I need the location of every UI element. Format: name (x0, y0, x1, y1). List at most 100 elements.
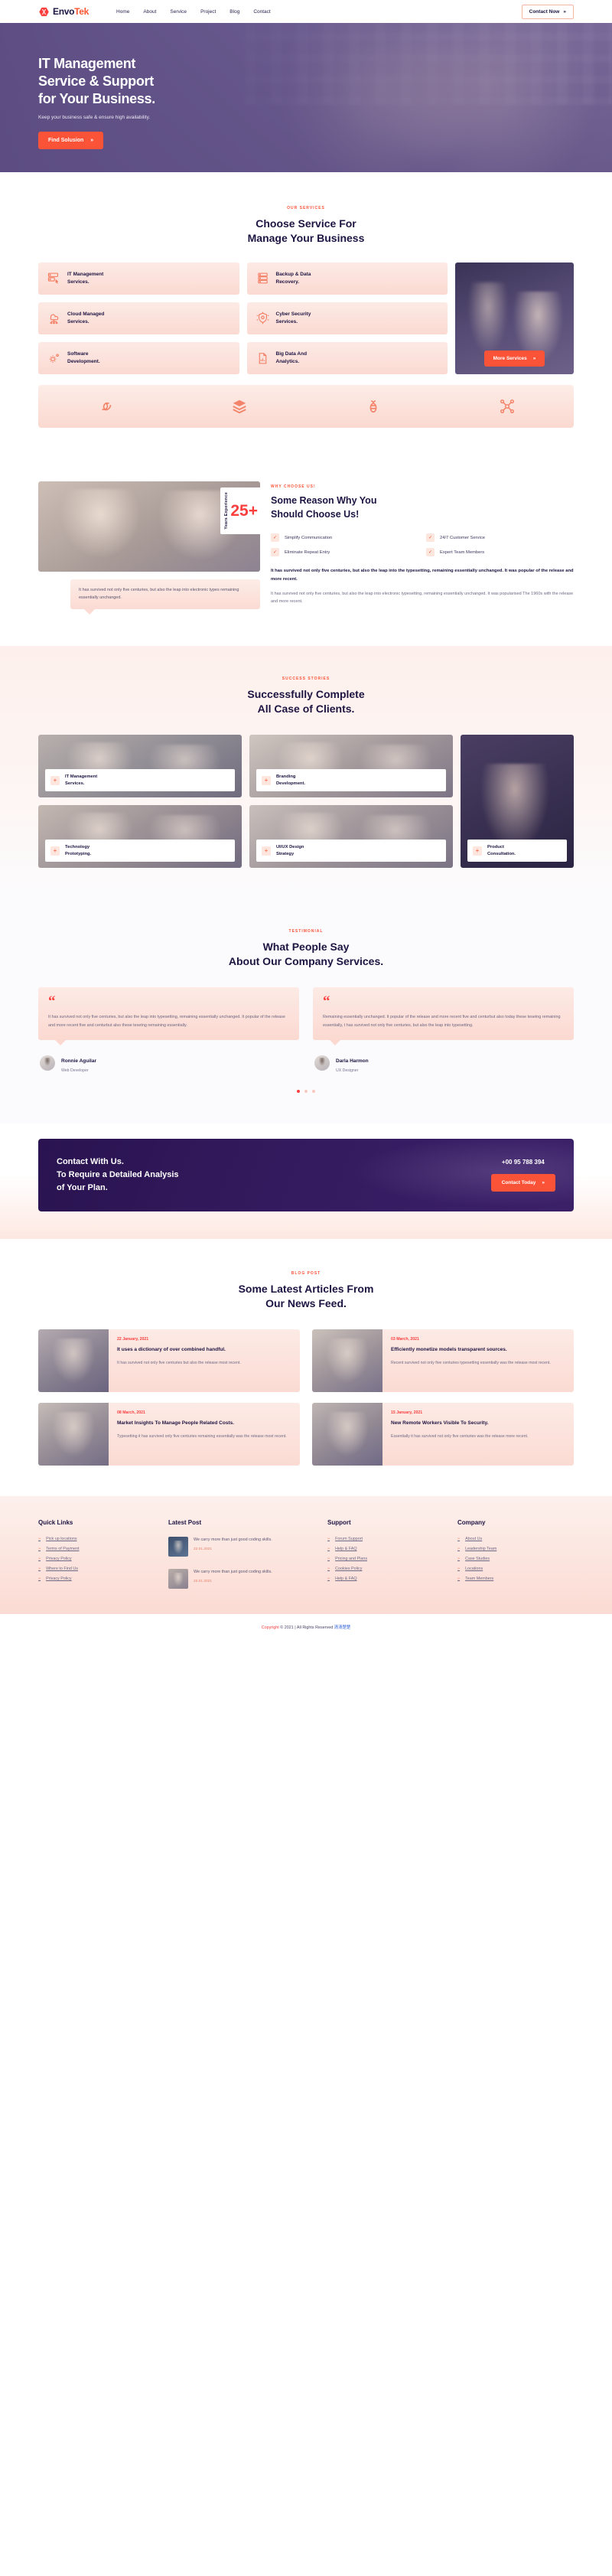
footer-link-label: Privacy Policy (46, 1577, 72, 1582)
main-nav[interactable]: Home About Service Project Blog Contact (116, 9, 271, 15)
service-card-backup-data-recovery[interactable]: Backup & Data Recovery. (246, 262, 448, 295)
blog-post-title[interactable]: It uses a dictionary of over combined ha… (117, 1346, 291, 1354)
chevron-right-icon: » (457, 1557, 461, 1562)
footer-link[interactable]: » Help & FAQ (327, 1577, 444, 1581)
carousel-dots[interactable] (38, 1090, 574, 1094)
copyright-bar: Copyright © 2021 | All Rights Reserved 清… (0, 1614, 612, 1641)
footer-link[interactable]: » Pricing and Plans (327, 1557, 444, 1561)
footer-post-title[interactable]: We carry more than just good coding skil… (194, 1537, 272, 1544)
case-card-uiux-design-strategy[interactable]: + UI/UX Design Strategy (249, 805, 453, 869)
blog-post-card[interactable]: 15 January, 2021 New Remote Workers Visi… (312, 1403, 574, 1466)
author-name: Ronnie Aguilar (61, 1058, 96, 1065)
service-card-label: Backup & Data Recovery. (275, 271, 311, 285)
blog-post-title[interactable]: Efficiently monetize models transparent … (391, 1346, 565, 1354)
case-column-two: + Branding Development. + UI/UX Design S… (249, 735, 453, 869)
contact-today-button[interactable]: Contact Today » (490, 1174, 555, 1192)
chevron-right-icon: » (327, 1537, 330, 1542)
footer-link[interactable]: » Privacy Policy (38, 1557, 155, 1561)
plus-icon[interactable]: + (262, 846, 271, 856)
find-solution-button[interactable]: Find Solusion » (38, 132, 104, 150)
footer-link-label: Privacy Policy (46, 1557, 72, 1562)
blog-post-title[interactable]: Market Insights To Manage People Related… (117, 1420, 291, 1427)
author-role: Web Developer (61, 1068, 89, 1074)
chevron-right-icon: » (327, 1577, 330, 1582)
cta-banner: Contact With Us. To Require a Detailed A… (38, 1139, 574, 1212)
blog-post-card[interactable]: 08 March, 2021 Market Insights To Manage… (38, 1403, 300, 1466)
footer-link[interactable]: » Cookies Policy (327, 1567, 444, 1571)
logo-text: EnvoTek (53, 6, 90, 17)
more-services-button[interactable]: More Services » (483, 351, 545, 367)
years-experience-label: Years Experience (224, 492, 230, 530)
contact-now-label: Contact Now (529, 8, 560, 15)
more-services-label: More Services (493, 356, 527, 362)
footer-post-item[interactable]: We carry more than just good coding skil… (168, 1537, 314, 1557)
cta-line2: To Require a Detailed Analysis (57, 1170, 179, 1180)
chevron-right-icon: » (542, 1180, 545, 1186)
copyright-link[interactable]: 清清楚楚 (334, 1625, 351, 1630)
case-caption: + IT Management Services. (45, 768, 235, 792)
plus-icon[interactable]: + (50, 846, 60, 856)
service-card-cyber-security[interactable]: Cyber Security Services. (246, 302, 448, 335)
footer-link[interactable]: » Privacy Policy (38, 1577, 155, 1581)
nav-item-project[interactable]: Project (200, 9, 216, 15)
plus-icon[interactable]: + (50, 775, 60, 785)
case-card-it-management[interactable]: + IT Management Services. (38, 735, 242, 798)
plus-icon[interactable]: + (262, 775, 271, 785)
service-card-big-data-analytics[interactable]: Big Data And Analytics. (246, 342, 448, 375)
service-card-cloud-managed[interactable]: Cloud Managed Services. (38, 302, 239, 335)
blog-post-card[interactable]: 22 January, 2021 It uses a dictionary of… (38, 1329, 300, 1393)
blog-post-date: 22 January, 2021 (117, 1337, 149, 1342)
plus-icon[interactable]: + (473, 846, 482, 856)
footer-link[interactable]: » Help & FAQ (327, 1547, 444, 1551)
footer-link[interactable]: » Leadership Team (457, 1547, 574, 1551)
quote-icon: “ (323, 993, 330, 1009)
carousel-dot-3[interactable] (312, 1090, 315, 1094)
service-card-it-management[interactable]: IT Management Services. (38, 262, 239, 295)
feature-item: ✓ Simplify Communication (271, 533, 418, 543)
check-icon: ✓ (426, 548, 435, 557)
nav-item-home[interactable]: Home (116, 9, 129, 15)
success-title: Successfully Complete All Case of Client… (38, 687, 574, 716)
nav-item-service[interactable]: Service (170, 9, 187, 15)
footer-post-title[interactable]: We carry more than just good coding skil… (194, 1569, 272, 1576)
footer-link[interactable]: » Forum Support (327, 1537, 444, 1541)
nav-item-blog[interactable]: Blog (230, 9, 239, 15)
blog-post-title[interactable]: New Remote Workers Visible To Security. (391, 1420, 565, 1427)
footer-heading: Quick Links (38, 1519, 73, 1527)
success-title-line1: Successfully Complete (247, 688, 365, 701)
footer-link[interactable]: » Terms of Payment (38, 1547, 155, 1551)
footer-link-label: Help & FAQ (335, 1577, 357, 1582)
case-card-product-consultation[interactable]: + Product Consultation. (461, 735, 574, 869)
footer-post-item[interactable]: We carry more than just good coding skil… (168, 1569, 314, 1590)
case-column-one: + IT Management Services. + Technology P… (38, 735, 242, 869)
chevron-right-icon: » (327, 1547, 330, 1552)
footer-link-label: Help & FAQ (335, 1547, 357, 1552)
footer-link[interactable]: » Case Studies (457, 1557, 574, 1561)
check-icon: ✓ (271, 533, 279, 543)
footer-column-quick-links: Quick Links » Pick up locations » Terms of… (38, 1519, 155, 1596)
feature-item: ✓ 24/7 Customer Service (426, 533, 574, 543)
nav-item-about[interactable]: About (143, 9, 156, 15)
nav-item-contact[interactable]: Contact (253, 9, 270, 15)
blog-post-excerpt: Essentially it has survived not only fiv… (391, 1433, 529, 1439)
contact-now-button[interactable]: Contact Now » (521, 4, 574, 19)
footer-link[interactable]: » Locations (457, 1567, 574, 1571)
layers-brand-icon (231, 398, 248, 415)
footer-link[interactable]: » Pick up locations (38, 1537, 155, 1541)
cta-phone-number[interactable]: +00 95 788 394 (491, 1159, 555, 1166)
footer-link[interactable]: » About Us (457, 1537, 574, 1541)
case-card-technology-prototyping[interactable]: + Technology Prototyping. (38, 805, 242, 869)
service-card-software-development[interactable]: Software Development. (38, 342, 239, 375)
carousel-dot-2[interactable] (304, 1090, 308, 1094)
site-header: EnvoTek Home About Service Project Blog … (0, 0, 612, 23)
footer-heading: Support (327, 1519, 351, 1527)
footer-column-support: Support » Forum Support » Help & FAQ » Pric… (327, 1519, 444, 1596)
footer-link[interactable]: » Where to Find Us (38, 1567, 155, 1571)
blog-post-date: 08 March, 2021 (117, 1410, 145, 1416)
logo[interactable]: EnvoTek (38, 6, 89, 18)
footer-link[interactable]: » Team Members (457, 1577, 574, 1581)
hero-subtitle: Keep your business safe & ensure high av… (38, 115, 151, 121)
blog-post-card[interactable]: 03 March, 2021 Efficiently monetize mode… (312, 1329, 574, 1393)
carousel-dot-1[interactable] (297, 1090, 300, 1094)
case-card-branding-development[interactable]: + Branding Development. (249, 735, 453, 798)
